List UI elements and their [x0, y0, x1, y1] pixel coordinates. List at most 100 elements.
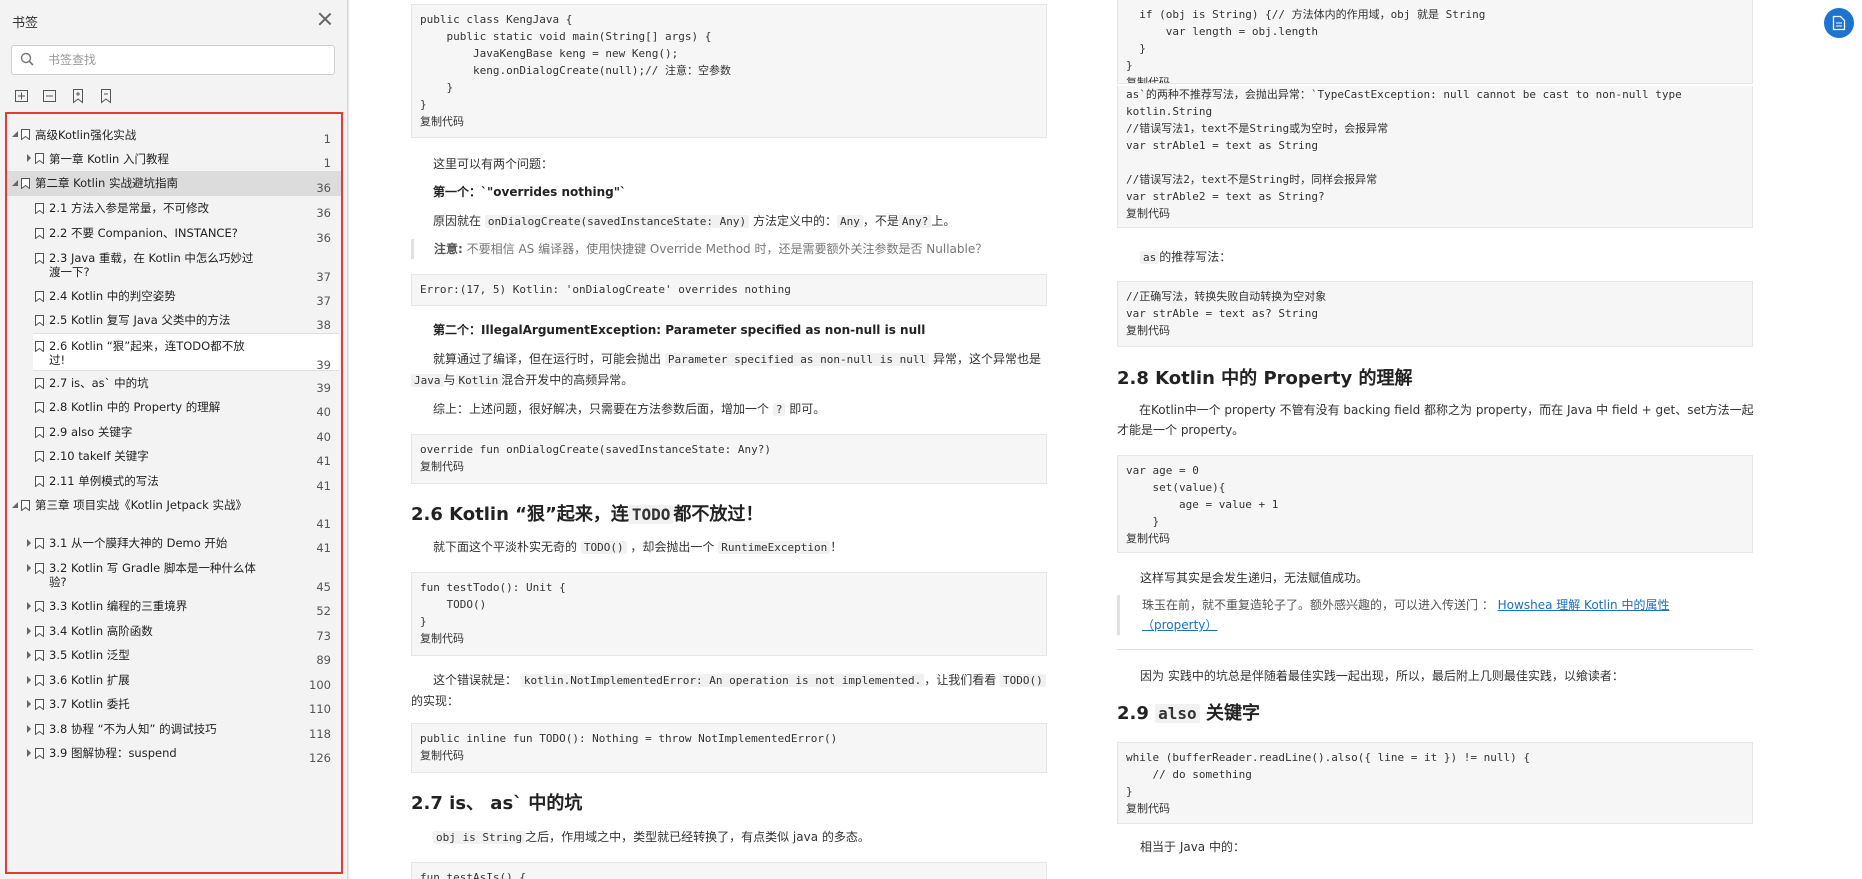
toc-page-number: 110	[309, 702, 331, 716]
collapse-triangle-icon[interactable]	[11, 130, 19, 138]
bookmark-sidebar: 书签 高级Kotlin强化实战 1 第一章 Kotlin 入门教程	[0, 0, 348, 879]
copy-code-button[interactable]: 复制代码	[420, 630, 1038, 647]
copy-code-button[interactable]: 复制代码	[1126, 205, 1744, 222]
code-text: while (bufferReader.readLine().also({ li…	[1126, 751, 1530, 798]
copy-code-button[interactable]: 复制代码	[420, 113, 1038, 130]
toc-page-number: 36	[316, 231, 331, 245]
toc-item[interactable]: 3.1 从一个膜拜大神的 Demo 开始 41	[7, 531, 341, 556]
expand-triangle-icon[interactable]	[25, 602, 33, 610]
document-viewer[interactable]: public class KengJava { public static vo…	[349, 0, 1862, 879]
inline-code: TODO()	[1000, 674, 1046, 687]
toc-label: 2.1 方法入参是常量，不可修改	[49, 201, 209, 215]
bold-text: 第二个：IllegalArgumentException: Parameter …	[433, 323, 926, 337]
section-heading: 2.6 Kotlin “狠”起来，连 TODO 都不放过！	[411, 500, 763, 526]
expand-triangle-icon[interactable]	[25, 676, 33, 684]
code-block: override fun onDialogCreate(savedInstanc…	[411, 434, 1047, 484]
copy-code-button[interactable]: 复制代码	[1126, 800, 1744, 817]
text: 与	[443, 373, 456, 387]
toc-item[interactable]: 3.7 Kotlin 委托 110	[7, 692, 341, 717]
expand-triangle-icon[interactable]	[25, 564, 33, 572]
toc-page-number: 38	[316, 318, 331, 332]
toc-item[interactable]: 3.8 协程 “不为人知” 的调试技巧 118	[7, 717, 341, 741]
copy-code-button[interactable]: 复制代码	[1126, 530, 1744, 547]
expand-triangle-icon[interactable]	[25, 749, 33, 757]
copy-code-button[interactable]: 复制代码	[420, 458, 1038, 475]
expand-triangle-icon[interactable]	[25, 539, 33, 547]
toc-page-number: 41	[316, 479, 331, 493]
toc-item[interactable]: 3.9 图解协程：suspend 126	[7, 741, 341, 766]
expand-triangle-icon[interactable]	[25, 154, 33, 162]
toc-item[interactable]: 2.7 is、as` 中的坑 39	[7, 371, 341, 395]
bookmark-icon	[35, 748, 44, 759]
inline-code: Java	[411, 374, 444, 387]
collapse-triangle-icon[interactable]	[11, 501, 19, 509]
code-block: fun testTodo(): Unit { TODO() } 复制代码	[411, 572, 1047, 656]
bookmark-icon	[35, 538, 44, 549]
bookmark-search-box[interactable]	[11, 45, 335, 75]
toc-item[interactable]: 2.2 不要 Companion、INSTANCE? 36	[7, 221, 341, 246]
paragraph: as 的推荐写法：	[1140, 247, 1231, 268]
copy-code-button[interactable]: 复制代码	[1126, 74, 1744, 83]
collapse-all-icon[interactable]	[42, 88, 58, 104]
toc-item[interactable]: 2.10 takeIf 关键字 41	[7, 444, 341, 469]
inline-code: Any	[836, 215, 863, 228]
expand-triangle-icon[interactable]	[25, 725, 33, 733]
expand-all-icon[interactable]	[14, 88, 30, 104]
expand-triangle-icon[interactable]	[25, 700, 33, 708]
text: 异常，这个异常也是	[932, 352, 1041, 366]
toc-item[interactable]: 2.11 单例模式的写法 41	[7, 469, 341, 493]
blockquote: 注意: 不要相信 AS 编译器，使用快捷键 Override Method 时，…	[411, 239, 1047, 259]
heading-text: 2.6 Kotlin “狠”起来，连	[411, 504, 629, 525]
toc-item-selected[interactable]: 第二章 Kotlin 实战避坑指南 36	[7, 171, 341, 196]
text: ，让我们看看	[924, 673, 997, 687]
bookmark-icon	[35, 291, 44, 302]
copy-code-button[interactable]: 复制代码	[420, 747, 1038, 764]
toc-item[interactable]: 第三章 项目实战《Kotlin Jetpack 实战》 41	[7, 493, 341, 531]
bookmark-icon	[35, 402, 44, 413]
text: 之后，作用域之中，类型就已经转换了，有点类似 java 的多态。	[525, 830, 870, 844]
toc-page-number: 89	[316, 653, 331, 667]
toc-item[interactable]: 2.4 Kotlin 中的判空姿势 37	[7, 284, 341, 308]
toc-item[interactable]: 2.5 Kotlin 复写 Java 父类中的方法 38	[7, 308, 341, 333]
expand-triangle-icon[interactable]	[25, 651, 33, 659]
sidebar-header: 书签	[0, 0, 348, 40]
code-text: //正确写法，转换失败自动转换为空对象 var strAble = text a…	[1126, 290, 1327, 320]
copy-code-button[interactable]: 复制代码	[1126, 322, 1744, 339]
toc-label: 第二章 Kotlin 实战避坑指南	[35, 176, 179, 190]
heading-text: 关键字	[1199, 703, 1260, 724]
toc-item[interactable]: 2.9 also 关键字 40	[7, 420, 341, 444]
toc-item[interactable]: 3.2 Kotlin 写 Gradle 脚本是一种什么体验? 45	[7, 556, 341, 594]
page-left: public class KengJava { public static vo…	[349, 0, 1107, 879]
toc-page-number: 73	[316, 629, 331, 643]
toc-item[interactable]: 第一章 Kotlin 入门教程 1	[7, 147, 341, 171]
toc-page-number: 41	[316, 541, 331, 555]
pdf-reader-window: 书签 高级Kotlin强化实战 1 第一章 Kotlin 入门教程	[0, 0, 1862, 879]
toc-item[interactable]: 2.3 Java 重载，在 Kotlin 中怎么巧妙过渡一下? 37	[7, 246, 341, 284]
inline-code: also	[1155, 704, 1200, 723]
close-icon[interactable]	[318, 12, 332, 26]
toc-page-number: 41	[316, 517, 331, 531]
collapse-triangle-icon[interactable]	[11, 179, 19, 187]
toc-item[interactable]: 3.5 Kotlin 泛型 89	[7, 643, 341, 668]
toc-item-hovered[interactable]: 2.6 Kotlin “狠”起来，连TODO都不放过! 39	[33, 333, 339, 372]
remove-bookmark-icon[interactable]	[98, 88, 114, 104]
bookmark-search-input[interactable]	[48, 50, 328, 70]
toc-page-number: 39	[316, 381, 331, 395]
text: 上。	[931, 214, 956, 228]
toc-item[interactable]: 高级Kotlin强化实战 1	[7, 123, 341, 147]
toc-page-number: 100	[309, 678, 331, 692]
text: 综上：上述问题，很好解决，只需要在方法参数后面，增加一个	[433, 402, 770, 416]
toc-item[interactable]: 2.8 Kotlin 中的 Property 的理解 40	[7, 395, 341, 420]
toc-page-number: 40	[316, 430, 331, 444]
expand-triangle-icon[interactable]	[25, 627, 33, 635]
toc-page-number: 118	[309, 727, 331, 741]
add-bookmark-icon[interactable]	[70, 88, 86, 104]
toc-item[interactable]: 3.6 Kotlin 扩展 100	[7, 668, 341, 692]
toc-page-number: 1	[323, 132, 331, 146]
bookmark-icon	[21, 178, 30, 189]
toc-item[interactable]: 3.4 Kotlin 高阶函数 73	[7, 619, 341, 643]
toc-item[interactable]: 2.1 方法入参是常量，不可修改 36	[7, 196, 341, 221]
bookmark-icon	[35, 724, 44, 735]
toc-item[interactable]: 3.3 Kotlin 编程的三重境界 52	[7, 594, 341, 619]
document-tool-button[interactable]	[1824, 8, 1854, 38]
